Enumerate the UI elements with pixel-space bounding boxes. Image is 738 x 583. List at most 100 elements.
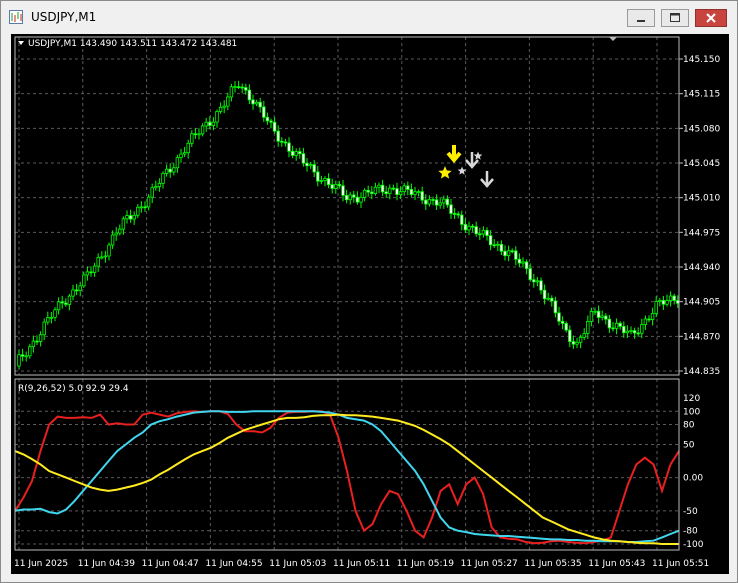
candle-body	[524, 261, 529, 269]
candle-body	[409, 189, 414, 195]
candle-body	[474, 226, 478, 235]
candle-body	[143, 206, 147, 209]
candle-body	[481, 229, 486, 235]
candle-body	[643, 318, 648, 325]
candle-body	[38, 334, 43, 342]
candle-body	[370, 191, 374, 194]
candle-body	[488, 235, 493, 246]
candle-body	[71, 289, 75, 297]
candle-body	[658, 300, 662, 302]
indicator-level-label: 100	[683, 407, 700, 417]
candle-body	[316, 171, 320, 182]
candle-body	[384, 191, 388, 194]
candle-body	[578, 336, 583, 343]
chart-canvas[interactable]: USDJPY,M1 143.490 143.511 143.472 143.48…	[11, 34, 729, 574]
minimize-button[interactable]	[627, 9, 655, 27]
time-label: 11 Jun 2025	[14, 559, 68, 569]
candle-body	[150, 187, 154, 198]
candle-body	[175, 157, 180, 169]
candle-body	[136, 206, 140, 216]
candle-body	[182, 152, 187, 155]
price-label: 144.870	[683, 332, 720, 342]
candle-body	[535, 280, 540, 283]
candle-body	[380, 184, 385, 193]
candle-body	[276, 130, 280, 142]
candle-body	[323, 178, 327, 181]
minimize-icon	[637, 20, 645, 22]
candle-body	[557, 312, 561, 322]
close-button[interactable]	[695, 9, 727, 27]
candle-body	[139, 206, 144, 209]
indicator-header: R(9,26,52) 5.0 92.9 29.4	[18, 384, 129, 394]
candle-body	[499, 243, 504, 252]
indicator-level-label: 50	[683, 440, 695, 450]
candle-body	[283, 141, 288, 144]
price-label: 144.905	[683, 298, 720, 308]
candle-body	[236, 86, 241, 89]
chart-area[interactable]: USDJPY,M1 143.490 143.511 143.472 143.48…	[11, 34, 729, 574]
candle-body	[334, 184, 338, 189]
candle-body	[154, 186, 158, 189]
candle-body	[532, 279, 536, 283]
candle-body	[352, 194, 356, 198]
indicator-line-cyan	[14, 410, 680, 543]
candle-body	[114, 232, 118, 236]
candle-body	[254, 101, 259, 105]
candle-body	[186, 142, 190, 154]
indicator-axis: 120 100 80 50 0.00 -50 -80 -100	[683, 394, 704, 550]
maximize-button[interactable]	[661, 9, 689, 27]
candle-body	[546, 297, 550, 300]
candle-body	[596, 310, 601, 318]
candle-body	[560, 320, 565, 324]
shift-marker-icon[interactable]	[609, 37, 617, 41]
candle-body	[200, 125, 205, 135]
candle-body	[211, 121, 216, 126]
candle-body	[74, 289, 79, 292]
sell-arrow-icon	[465, 152, 479, 169]
candle-body	[614, 322, 619, 329]
candle-body	[654, 301, 658, 314]
candle-body	[85, 271, 90, 276]
candle-body	[193, 133, 198, 136]
candle-body	[280, 140, 284, 143]
time-label: 11 Jun 05:27	[461, 559, 518, 569]
candle-body	[96, 256, 100, 267]
candle-body	[215, 111, 219, 123]
candle-body	[661, 300, 666, 305]
indicator-level-label: 120	[683, 394, 700, 404]
candle-body	[35, 340, 39, 343]
title-bar[interactable]: USDJPY,M1	[1, 1, 737, 33]
candle-body	[92, 265, 97, 273]
price-label: 145.150	[683, 55, 720, 65]
candle-body	[172, 167, 176, 173]
star-icon	[473, 151, 483, 160]
candle-body	[204, 121, 208, 127]
candle-body	[31, 340, 36, 348]
price-label: 144.940	[683, 263, 720, 273]
candle-body	[434, 199, 439, 206]
candle-body	[337, 184, 342, 187]
candle-body	[406, 185, 410, 190]
candle-body	[442, 198, 446, 204]
sell-arrow-icon	[446, 145, 462, 164]
candle-body	[672, 295, 676, 301]
candle-body	[514, 250, 518, 260]
candle-body	[438, 202, 442, 206]
candle-body	[28, 346, 32, 357]
candle-body	[100, 256, 104, 259]
candle-body	[226, 96, 230, 107]
price-label: 144.975	[683, 228, 720, 238]
candle-body	[24, 355, 28, 358]
candle-body	[308, 164, 313, 167]
candle-body	[240, 86, 244, 89]
candle-body	[485, 229, 489, 237]
candle-body	[539, 280, 543, 291]
candle-body	[118, 228, 122, 234]
candle-body	[496, 243, 500, 246]
candle-body	[146, 196, 151, 208]
candle-body	[348, 194, 352, 201]
candle-body	[611, 327, 615, 330]
candle-body	[362, 189, 367, 198]
indicator-line-yellow	[14, 413, 679, 545]
candle-body	[632, 330, 637, 334]
